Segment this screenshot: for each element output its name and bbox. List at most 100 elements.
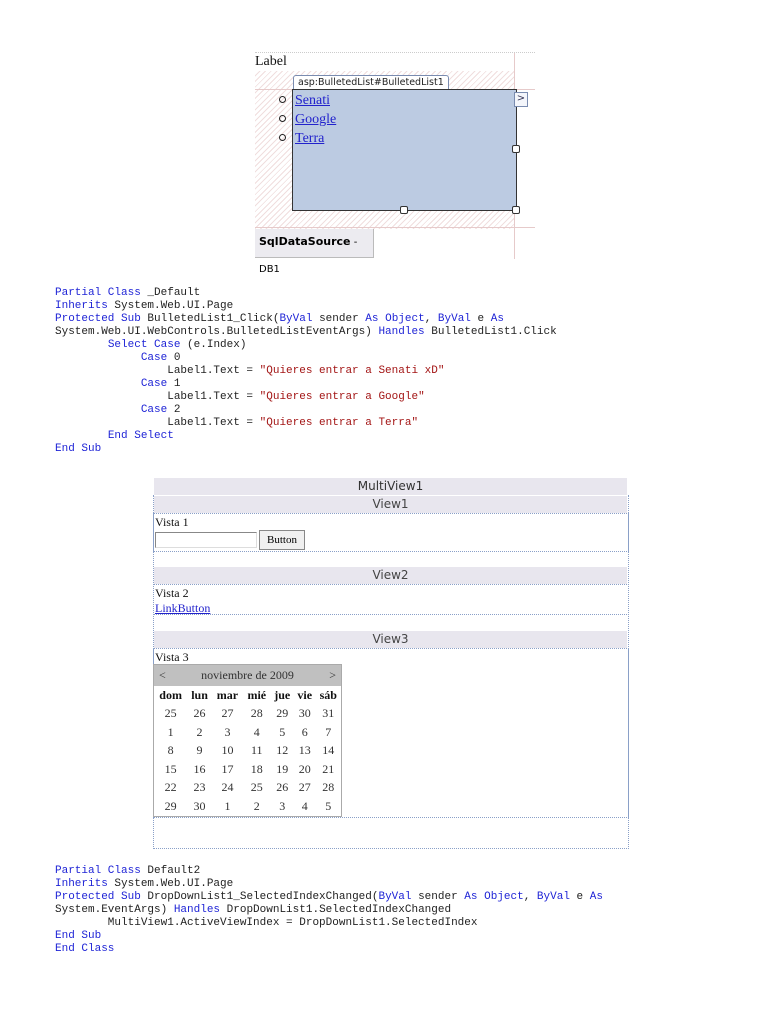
bulleted-list[interactable]: Senati Google Terra [292, 89, 517, 211]
code-text: , [523, 891, 537, 903]
calendar-header: < noviembre de 2009 > [154, 665, 341, 686]
calendar-date[interactable]: 15 [154, 760, 187, 779]
calendar-date[interactable]: 3 [270, 797, 293, 816]
calendar-date[interactable]: 1 [212, 797, 243, 816]
resize-handle[interactable] [400, 206, 408, 214]
view2-label: Vista 2 [155, 586, 189, 600]
calendar-date[interactable]: 25 [154, 705, 187, 724]
calendar-date[interactable]: 13 [294, 742, 316, 761]
calendar-date[interactable]: 26 [270, 779, 293, 798]
calendar-date[interactable]: 4 [294, 797, 316, 816]
view1-button[interactable]: Button [259, 530, 305, 550]
code-keyword: Protected Sub [55, 313, 141, 325]
calendar-week: 1234567 [154, 723, 341, 742]
smart-tag-button[interactable]: > [514, 92, 528, 107]
code-block-default: Partial Class _Default Inherits System.We… [55, 287, 557, 456]
calendar-date[interactable]: 30 [187, 797, 212, 816]
datasource-name: SqlDataSource [259, 235, 351, 248]
calendar-week: 8 9 10 11 12 13 14 [154, 742, 341, 761]
calendar-date[interactable]: 6 [294, 723, 316, 742]
code-keyword: Select Case [107, 339, 181, 351]
calendar-date[interactable]: 27 [212, 705, 243, 724]
calendar-day-name: jue [274, 687, 291, 702]
code-line: End Select [55, 430, 557, 443]
code-line: Select Case (e.Index) [55, 339, 557, 352]
code-line: Case 2 [55, 404, 557, 417]
code-text: System.Web.UI.Page [107, 878, 234, 890]
calendar-date[interactable]: 14 [316, 742, 342, 761]
calendar-date[interactable]: 4 [243, 723, 270, 742]
code-string: "Quieres entrar a Senati xD" [259, 365, 445, 377]
calendar-day-name: vie [297, 687, 313, 702]
calendar-date[interactable]: 10 [212, 742, 243, 761]
resize-handle[interactable] [512, 206, 520, 214]
calendar-date[interactable]: 21 [316, 760, 342, 779]
calendar-date[interactable]: 11 [243, 742, 270, 761]
code-string: "Quieres entrar a Terra" [259, 417, 419, 429]
calendar-date[interactable]: 28 [243, 705, 270, 724]
bullet-icon [279, 96, 286, 103]
calendar-date[interactable]: 18 [243, 760, 270, 779]
calendar-date[interactable]: 29 [270, 705, 293, 724]
calendar-week: 15 16 17 18 19 20 21 [154, 760, 341, 779]
code-keyword: ByVal [378, 891, 412, 903]
code-line: System.EventArgs) Handles DropDownList1.… [55, 904, 603, 917]
code-text: Label1.Text = [55, 417, 260, 429]
calendar-date[interactable]: 12 [270, 742, 293, 761]
code-text: e [569, 891, 590, 903]
calendar-date[interactable]: 23 [187, 779, 212, 798]
view2-header: View2 [154, 567, 627, 584]
label-control[interactable]: Label [255, 54, 287, 70]
multiview-title: MultiView1 [154, 478, 627, 495]
code-text: Default2 [140, 865, 201, 877]
calendar-date[interactable]: 31 [316, 705, 342, 724]
calendar-date[interactable]: 2 [187, 723, 212, 742]
calendar-date[interactable]: 26 [187, 705, 212, 724]
view1-textbox[interactable] [155, 532, 257, 548]
calendar-date[interactable]: 22 [154, 779, 187, 798]
code-text: sender [312, 313, 366, 325]
resize-handle[interactable] [512, 145, 520, 153]
calendar-date[interactable]: 1 [154, 723, 187, 742]
calendar-day-name: sáb [319, 687, 337, 702]
calendar-date[interactable]: 25 [243, 779, 270, 798]
calendar-date[interactable]: 16 [187, 760, 212, 779]
view1-header: View1 [154, 496, 627, 513]
calendar-date[interactable]: 9 [187, 742, 212, 761]
calendar-date[interactable]: 28 [316, 779, 342, 798]
bulleted-list-item-senati[interactable]: Senati [295, 93, 330, 109]
code-text: Label1.Text = [55, 391, 260, 403]
code-keyword: Protected Sub [55, 891, 141, 903]
calendar-date[interactable]: 27 [294, 779, 316, 798]
bullet-icon [279, 115, 286, 122]
code-text: 0 [167, 352, 181, 364]
calendar-date[interactable]: 29 [154, 797, 187, 816]
bulleted-list-item-google[interactable]: Google [295, 112, 336, 128]
calendar-week: 22 23 24 25 26 27 28 [154, 779, 341, 798]
sqldatasource-component[interactable]: SqlDataSource - DB1 [255, 229, 374, 275]
view1-panel: Vista 1 Button [153, 513, 629, 552]
view3-header: View3 [154, 631, 627, 648]
code-keyword: Object [484, 891, 524, 903]
calendar-date[interactable]: 7 [316, 723, 342, 742]
next-month-button[interactable]: > [329, 665, 336, 686]
calendar-date[interactable]: 3 [212, 723, 243, 742]
code-text: _Default [140, 287, 201, 299]
calendar-date[interactable]: 19 [270, 760, 293, 779]
calendar-date[interactable]: 30 [294, 705, 316, 724]
calendar-date[interactable]: 5 [316, 797, 342, 816]
calendar-date[interactable]: 24 [212, 779, 243, 798]
calendar-date[interactable]: 20 [294, 760, 316, 779]
control-tag: asp:BulletedList#BulletedList1 [293, 75, 449, 89]
bulleted-list-item-terra[interactable]: Terra [295, 131, 324, 147]
calendar-date[interactable]: 17 [212, 760, 243, 779]
calendar-date[interactable]: 5 [270, 723, 293, 742]
view2-linkbutton[interactable]: LinkButton [155, 601, 210, 616]
code-keyword: Partial Class [55, 287, 141, 299]
calendar-date[interactable]: 8 [154, 742, 187, 761]
calendar-day-name: lun [191, 687, 208, 702]
code-line: Inherits System.Web.UI.Page [55, 300, 557, 313]
code-text: DropDownList1_SelectedIndexChanged( [140, 891, 379, 903]
code-keyword: ByVal [437, 313, 471, 325]
calendar-date[interactable]: 2 [243, 797, 270, 816]
